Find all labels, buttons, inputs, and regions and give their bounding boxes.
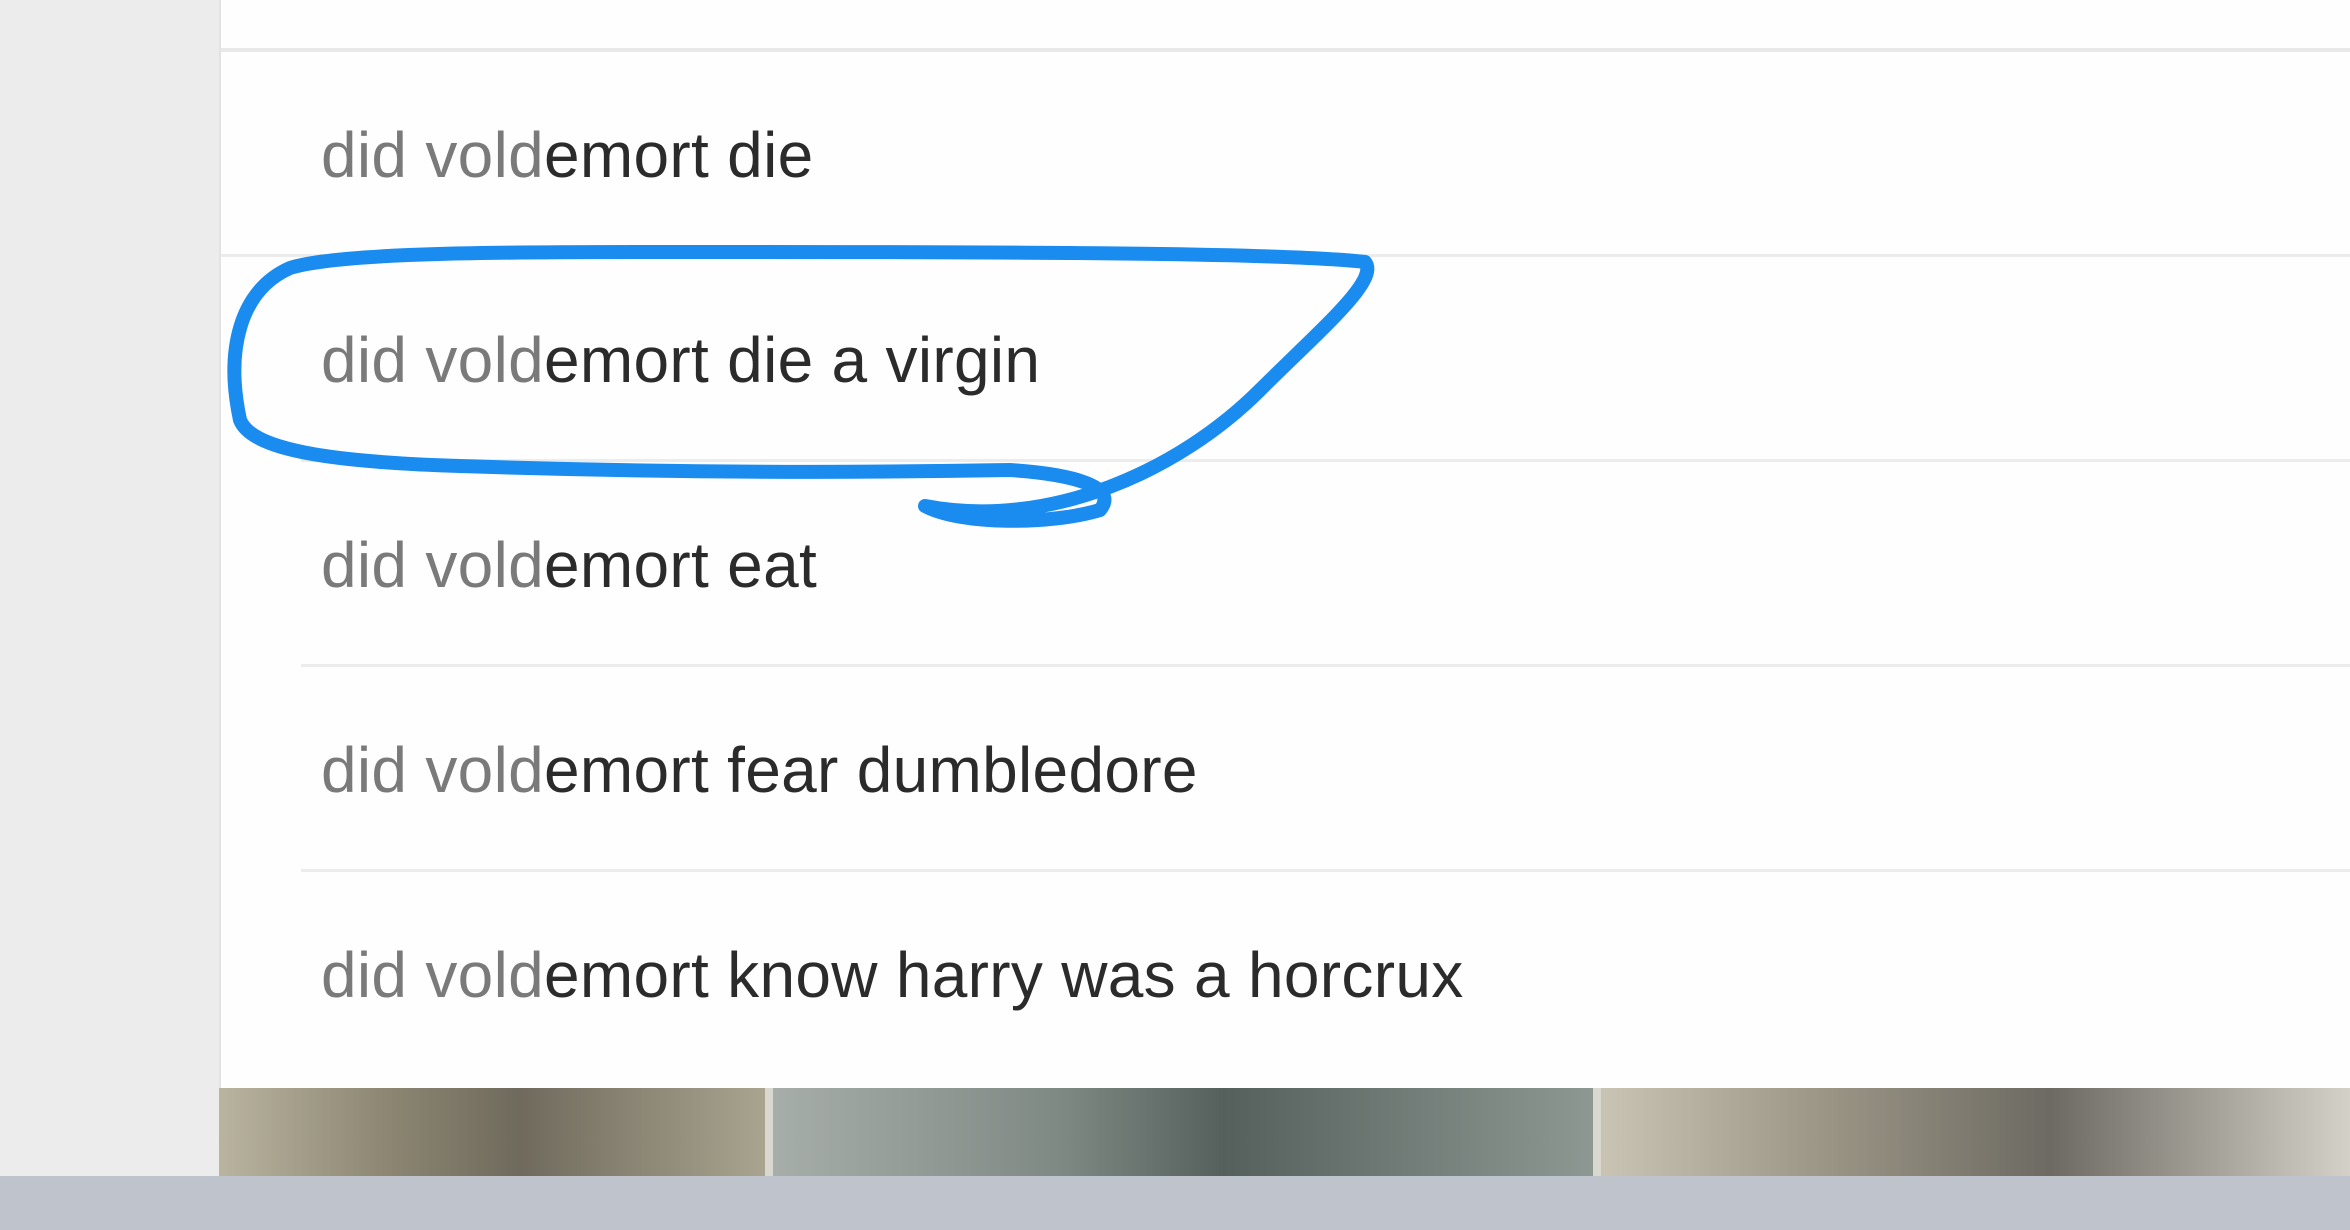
suggestion-completion: emort know harry was a horcrux [544,938,1464,1011]
suggestion-completion: emort die a virgin [544,323,1041,396]
image-thumbnail[interactable] [1601,1088,2350,1176]
suggestion-completion: emort die [544,118,814,191]
suggestion-item[interactable]: did voldemort know harry was a horcrux [221,872,2350,1077]
suggestion-completion: emort eat [544,528,818,601]
suggestion-item[interactable]: did voldemort fear dumbledore [221,667,2350,872]
suggestion-typed-prefix: did vold [321,118,544,191]
suggestion-typed-prefix: did vold [321,528,544,601]
suggestion-text: did voldemort eat [321,528,817,602]
suggestion-item-highlighted[interactable]: did voldemort die a virgin [221,257,2350,462]
suggestion-text: did voldemort fear dumbledore [321,733,1198,807]
suggestion-completion: emort fear dumbledore [544,733,1198,806]
suggestion-typed-prefix: did vold [321,938,544,1011]
suggestion-typed-prefix: did vold [321,323,544,396]
suggestion-item[interactable]: did voldemort die [221,52,2350,257]
image-results-strip [219,1088,2350,1176]
suggestion-text: did voldemort die a virgin [321,323,1040,397]
autocomplete-dropdown: did voldemort die did voldemort die a vi… [219,0,2350,1088]
suggestion-text: did voldemort die [321,118,813,192]
image-thumbnail[interactable] [773,1088,1593,1176]
image-thumbnail[interactable] [219,1088,765,1176]
suggestion-item[interactable]: did voldemort eat [221,462,2350,667]
left-gutter [0,0,219,1176]
suggestion-text: did voldemort know harry was a horcrux [321,938,1464,1012]
suggestion-typed-prefix: did vold [321,733,544,806]
bottom-bar [0,1176,2350,1230]
